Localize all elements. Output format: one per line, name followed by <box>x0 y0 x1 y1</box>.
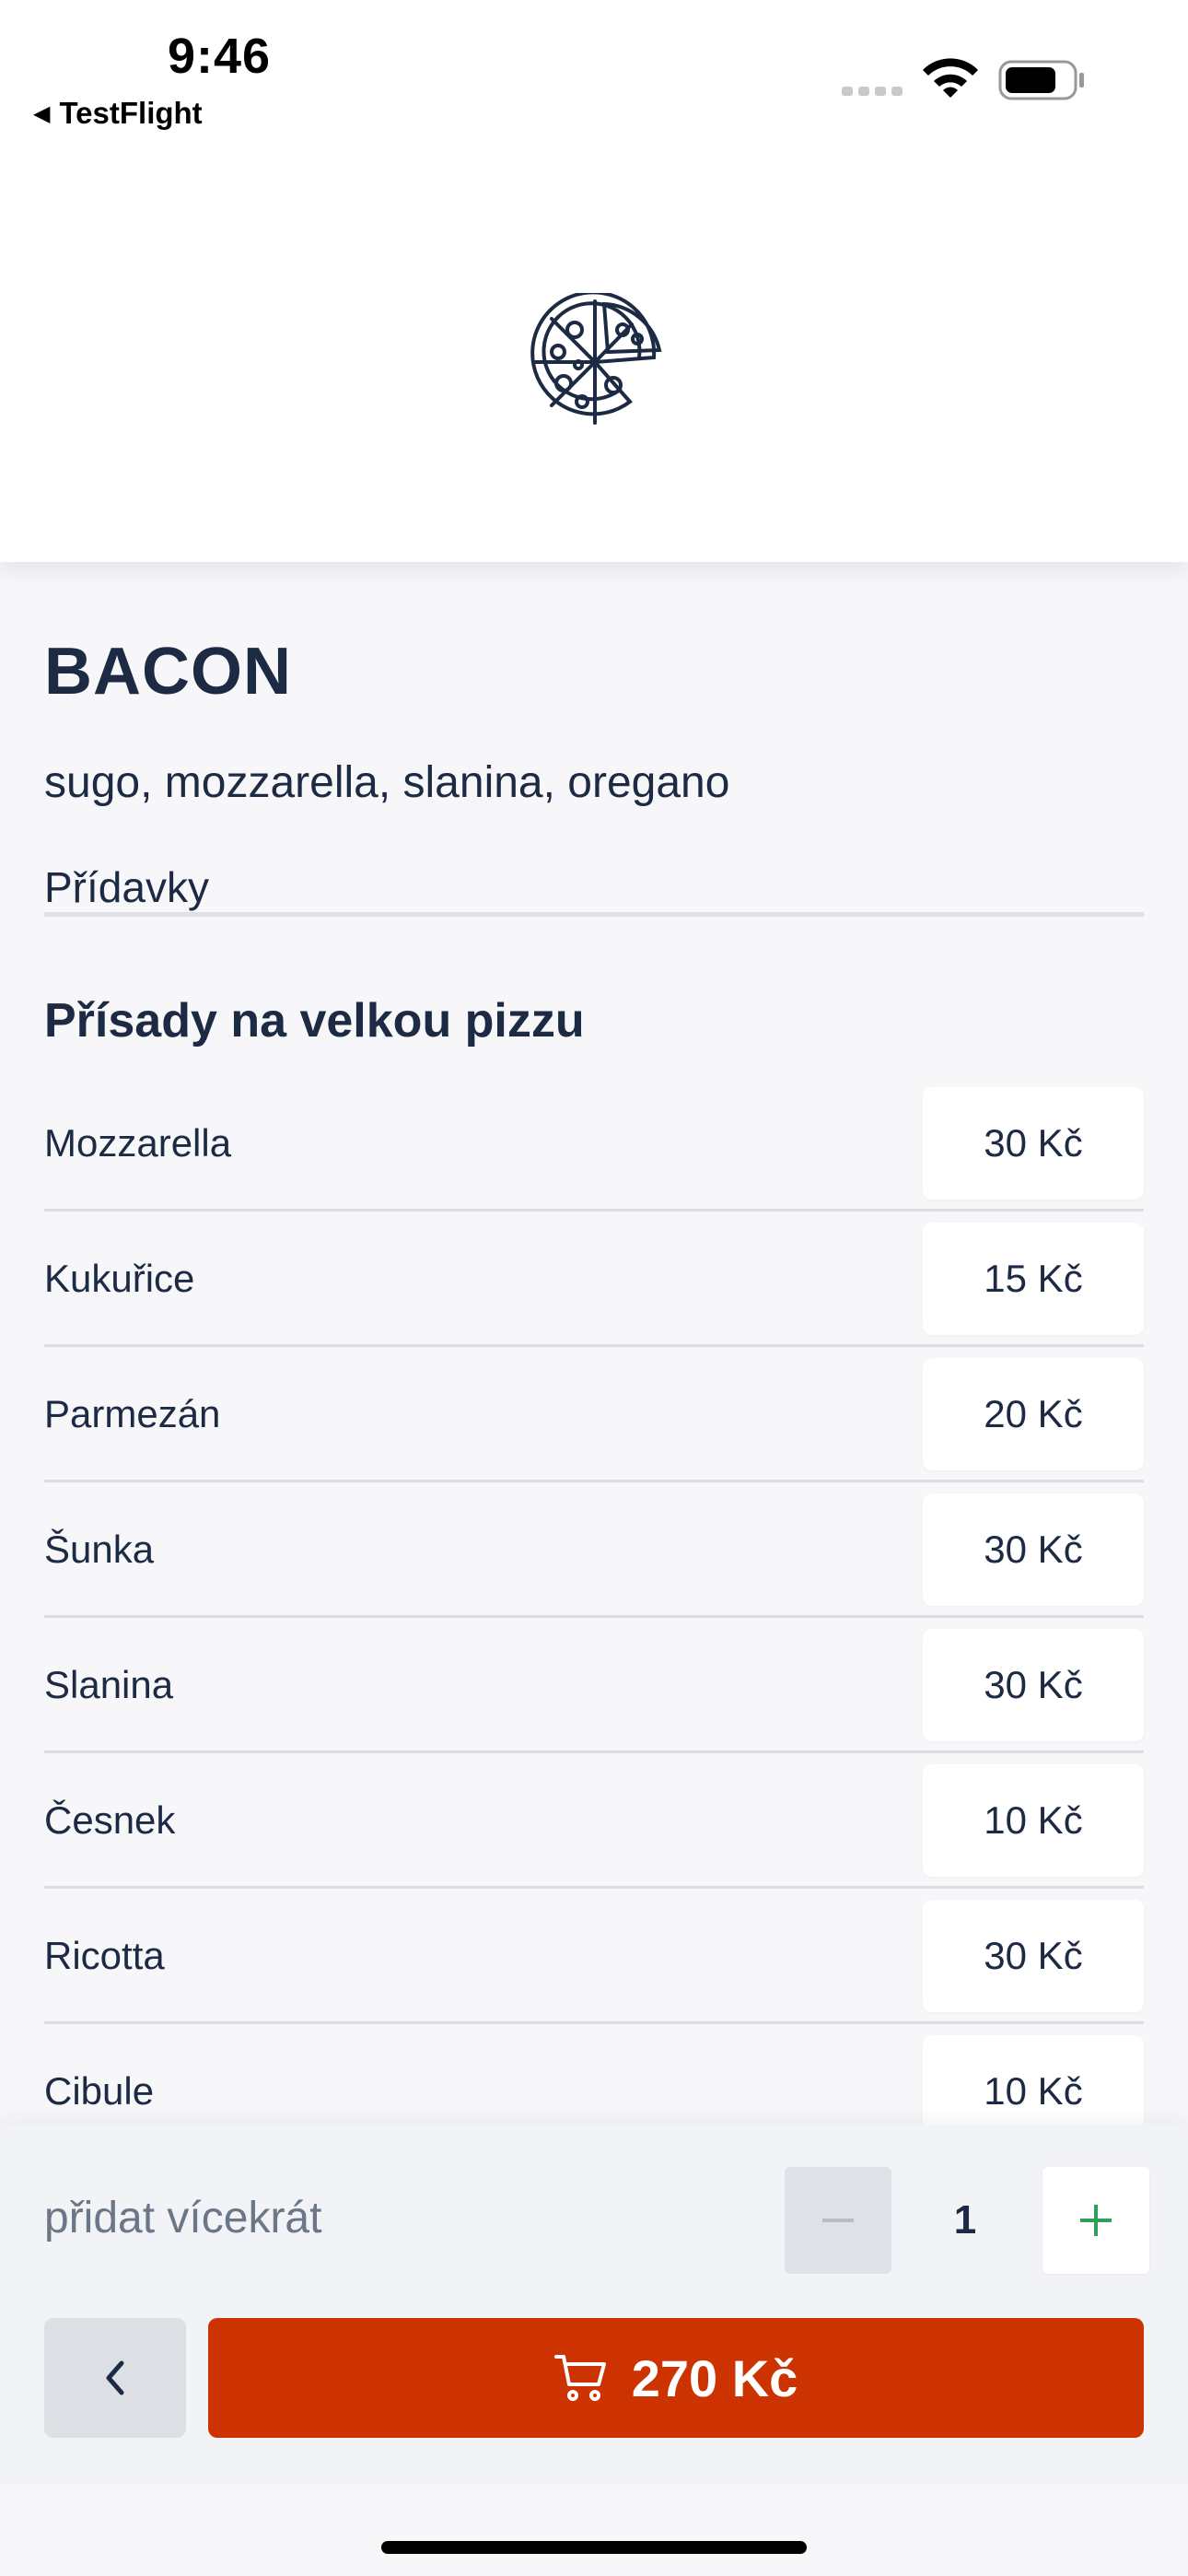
list-item: Kukuřice 15 Kč <box>44 1213 1144 1347</box>
chevron-left-icon <box>106 2360 124 2395</box>
toppings-list: Mozzarella 30 Kč Kukuřice 15 Kč Parmezán… <box>44 1078 1144 2161</box>
topping-price-button[interactable]: 20 Kč <box>923 1358 1144 1470</box>
pizza-icon <box>530 293 662 425</box>
topping-name: Mozzarella <box>44 1121 232 1165</box>
back-to-app-link[interactable]: ◀ TestFlight <box>33 96 203 131</box>
product-title: BACON <box>44 635 292 708</box>
cart-total: 270 Kč <box>631 2348 798 2407</box>
topping-price-button[interactable]: 30 Kč <box>923 1087 1144 1200</box>
add-to-cart-button[interactable]: 270 Kč <box>208 2318 1144 2438</box>
home-indicator[interactable] <box>381 2541 807 2554</box>
topping-name: Slanina <box>44 1663 174 1706</box>
cellular-signal-icon <box>842 87 903 96</box>
topping-price-button[interactable]: 15 Kč <box>923 1223 1144 1335</box>
add-multiple-label: přidat vícekrát <box>44 2194 322 2242</box>
topping-name: Kukuřice <box>44 1257 195 1300</box>
topping-price-button[interactable]: 30 Kč <box>923 1493 1144 1606</box>
topping-price-button[interactable]: 10 Kč <box>923 1764 1144 1877</box>
quantity-plus-button[interactable] <box>1042 2167 1149 2274</box>
back-button[interactable] <box>44 2318 186 2438</box>
topping-name: Česnek <box>44 1798 176 1842</box>
quantity-minus-button[interactable] <box>785 2167 891 2274</box>
list-item: Česnek 10 Kč <box>44 1755 1144 1889</box>
list-item: Slanina 30 Kč <box>44 1620 1144 1753</box>
tab-extras[interactable]: Přídavky <box>44 862 209 912</box>
plus-icon <box>1080 2205 1112 2236</box>
wifi-icon <box>923 58 978 98</box>
tab-underline <box>44 912 1144 917</box>
topping-name: Ricotta <box>44 1934 165 1977</box>
section-title: Přísady na velkou pizzu <box>44 994 585 1048</box>
product-ingredients: sugo, mozzarella, slanina, oregano <box>44 758 730 807</box>
quantity-value: 1 <box>953 2197 977 2242</box>
status-time: 9:46 <box>168 29 272 84</box>
battery-icon <box>998 60 1084 100</box>
topping-name: Cibule <box>44 2069 155 2113</box>
cart-icon <box>553 2355 606 2401</box>
list-item: Šunka 30 Kč <box>44 1484 1144 1618</box>
topping-price-button[interactable]: 30 Kč <box>923 1629 1144 1741</box>
topping-name: Parmezán <box>44 1392 221 1435</box>
list-item: Mozzarella 30 Kč <box>44 1078 1144 1212</box>
back-app-label: TestFlight <box>59 96 203 130</box>
minus-icon <box>822 2219 854 2222</box>
list-item: Parmezán 20 Kč <box>44 1349 1144 1482</box>
topping-price-button[interactable]: 30 Kč <box>923 1900 1144 2012</box>
topping-name: Šunka <box>44 1528 155 1571</box>
back-triangle-icon: ◀ <box>33 100 51 126</box>
list-item: Ricotta 30 Kč <box>44 1891 1144 2024</box>
